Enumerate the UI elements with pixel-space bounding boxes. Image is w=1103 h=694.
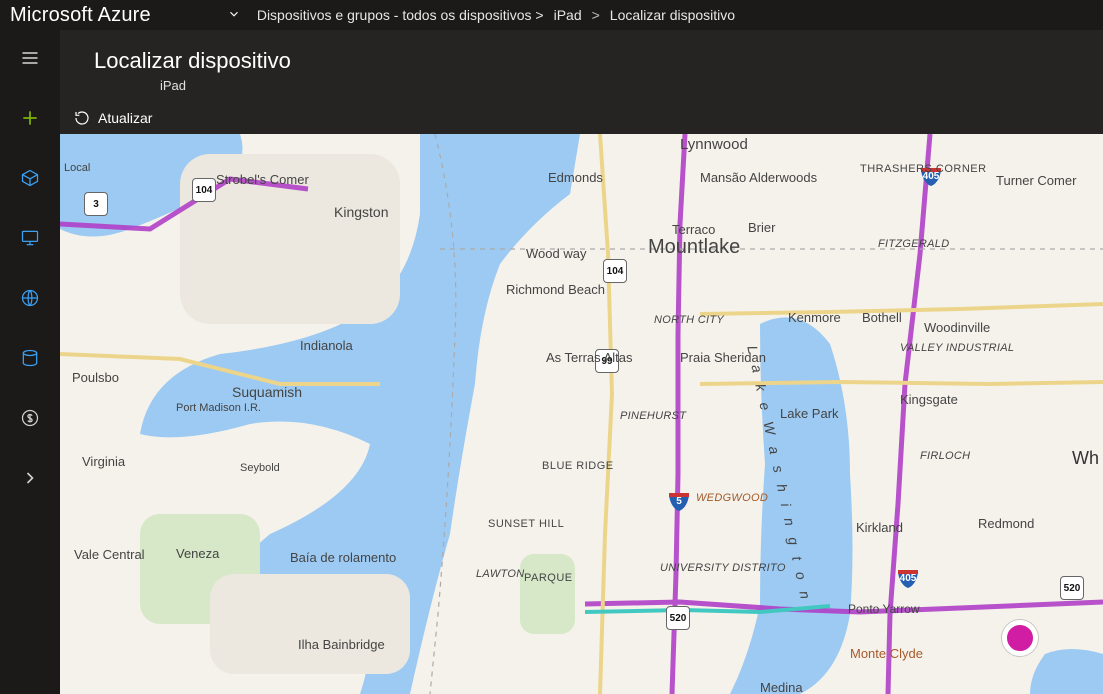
route-shield-520a: 520 (666, 606, 690, 630)
breadcrumb-separator: > (592, 7, 600, 23)
interstate-shield-405b: 405 (896, 566, 920, 590)
database-icon[interactable] (14, 342, 46, 374)
sidebar (0, 30, 60, 694)
cube-icon[interactable] (14, 162, 46, 194)
dollar-icon[interactable] (14, 402, 46, 434)
monitor-icon[interactable] (14, 222, 46, 254)
route-shield-3: 3 (84, 192, 108, 216)
refresh-label: Atualizar (98, 110, 152, 126)
route-shield-99: 99 (595, 349, 619, 373)
page-title: Localizar dispositivo (94, 48, 291, 74)
globe-icon[interactable] (14, 282, 46, 314)
blade-header: Localizar dispositivo iPad Atualizar (60, 30, 1103, 134)
breadcrumb-item-ipad[interactable]: iPad (554, 7, 582, 23)
map-svg (60, 134, 1103, 694)
interstate-shield-405a: 405 (919, 164, 943, 188)
menu-icon[interactable] (14, 42, 46, 74)
interstate-shield-5: 5 (667, 489, 691, 513)
route-shield-520b: 520 (1060, 576, 1084, 600)
chevron-right-icon[interactable] (14, 462, 46, 494)
map-canvas[interactable]: 3 99 520 520 104 104 5 405 405 Local Str… (60, 134, 1103, 694)
route-shield-104b: 104 (603, 259, 627, 283)
toolbar: Atualizar (70, 102, 1103, 134)
chevron-down-icon[interactable] (227, 7, 241, 24)
page-subtitle: iPad (160, 78, 186, 93)
brand-label[interactable]: Microsoft Azure (10, 4, 151, 27)
top-bar: Microsoft Azure Dispositivos e grupos - … (0, 0, 1103, 30)
breadcrumb: Dispositivos e grupos - todos os disposi… (257, 7, 735, 23)
route-shield-104a: 104 (192, 178, 216, 202)
device-location-pin[interactable] (1002, 620, 1038, 656)
breadcrumb-item-locate[interactable]: Localizar dispositivo (610, 7, 735, 23)
breadcrumb-item-devices[interactable]: Dispositivos e grupos - todos os disposi… (257, 7, 544, 23)
refresh-button[interactable]: Atualizar (74, 110, 152, 126)
add-icon[interactable] (14, 102, 46, 134)
